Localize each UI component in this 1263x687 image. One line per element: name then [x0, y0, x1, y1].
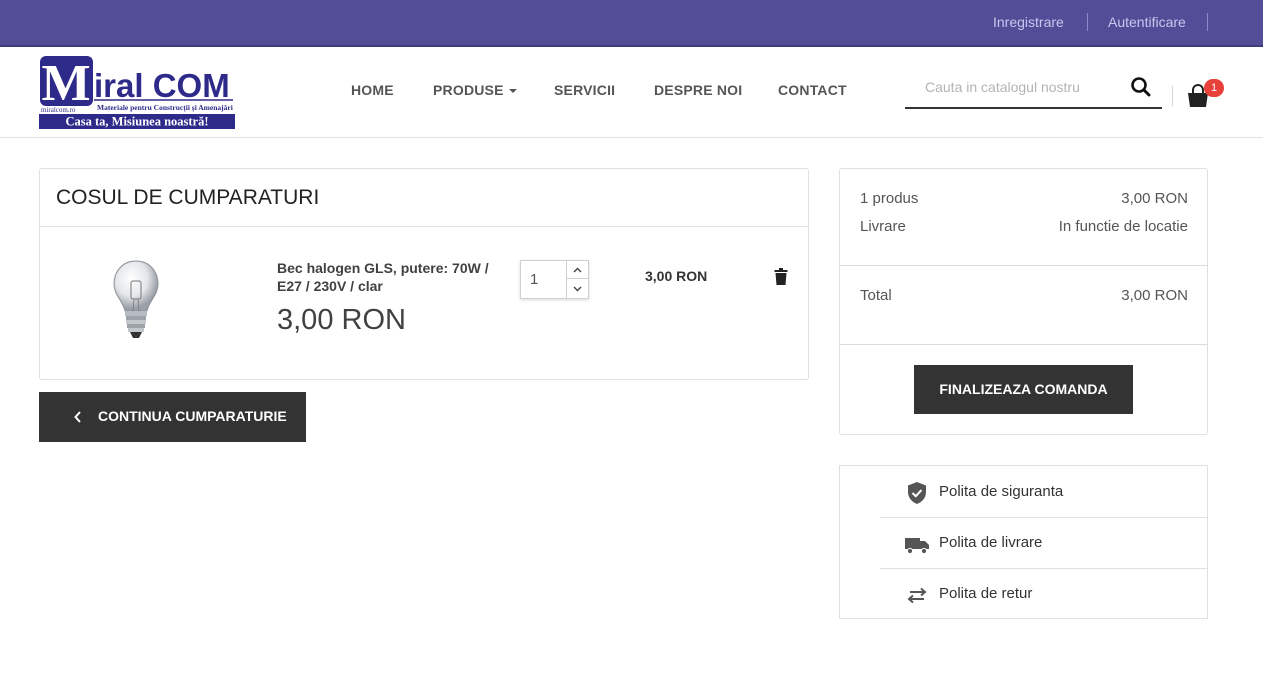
summary-shipping-value: In functie de locatie [1058, 218, 1188, 235]
header: M iral COM miralcom.ro Materiale pentru … [0, 49, 1263, 138]
search-input[interactable] [905, 75, 1120, 99]
policies-panel: Polita de siguranta Polita de livrare Po… [839, 465, 1208, 619]
nav-contact[interactable]: CONTACT [778, 82, 847, 98]
login-link[interactable]: Autentificare [1108, 14, 1186, 30]
cart-count-badge: 1 [1204, 79, 1224, 97]
line-total: 3,00 RON [645, 268, 708, 284]
cart-title: COSUL DE CUMPARATURI [56, 186, 320, 209]
quantity-buttons [566, 261, 588, 298]
divider [40, 226, 808, 227]
summary-shipping-label: Livrare [860, 218, 906, 235]
light-bulb-image[interactable] [112, 259, 160, 341]
continue-shopping-button[interactable]: CONTINUA CUMPARATURIE [39, 392, 306, 442]
caret-down-icon [508, 89, 517, 94]
divider [1207, 13, 1208, 31]
summary-total-row: Total 3,00 RON [860, 287, 1188, 304]
policy-security[interactable]: Polita de siguranta [880, 466, 1208, 517]
svg-text:miralcom.ro: miralcom.ro [41, 106, 76, 114]
remove-item-button[interactable] [774, 268, 788, 285]
cart-button[interactable]: 1 [1185, 79, 1225, 109]
summary-shipping-row: Livrare In functie de locatie [860, 218, 1188, 235]
svg-text:Casa ta, Misiunea noastră!: Casa ta, Misiunea noastră! [65, 115, 208, 129]
truck-icon [905, 538, 929, 555]
order-summary: 1 produs 3,00 RON Livrare In functie de … [839, 168, 1208, 435]
policy-delivery[interactable]: Polita de livrare [880, 517, 1208, 568]
product-unit-price: 3,00 RON [277, 304, 406, 336]
quantity-input[interactable]: 1 [530, 271, 538, 288]
divider [840, 344, 1207, 345]
quantity-stepper: 1 [520, 260, 589, 299]
chevron-down-icon [573, 286, 582, 292]
shield-check-icon [908, 482, 926, 504]
logo[interactable]: M iral COM miralcom.ro Materiale pentru … [39, 55, 235, 129]
svg-text:M: M [41, 55, 90, 112]
nav-despre-noi[interactable]: DESPRE NOI [654, 82, 742, 98]
svg-text:Materiale pentru Construcții ș: Materiale pentru Construcții și Amenajăr… [97, 103, 233, 112]
nav-produse[interactable]: PRODUSE [433, 82, 517, 98]
search-button[interactable] [1128, 74, 1154, 100]
nav-home[interactable]: HOME [351, 82, 394, 98]
swap-arrows-icon [907, 587, 927, 604]
divider [1087, 13, 1088, 31]
policy-return[interactable]: Polita de retur [880, 568, 1208, 619]
policy-security-label: Polita de siguranta [939, 483, 1064, 500]
quantity-increase-button[interactable] [567, 261, 588, 279]
checkout-button[interactable]: FINALIZEAZA COMANDA [914, 365, 1133, 414]
policy-return-label: Polita de retur [939, 585, 1033, 602]
policy-delivery-label: Polita de livrare [939, 534, 1043, 551]
search-box [905, 69, 1162, 109]
divider [840, 265, 1207, 266]
quantity-decrease-button[interactable] [567, 280, 588, 298]
divider [1172, 86, 1173, 106]
summary-total-label: Total [860, 287, 892, 304]
nav-produse-label: PRODUSE [433, 82, 504, 98]
logo-brand-text: iral COM [94, 67, 230, 104]
chevron-up-icon [573, 267, 582, 273]
summary-products-row: 1 produs 3,00 RON [860, 190, 1188, 207]
product-name-link[interactable]: Bec halogen GLS, putere: 70W / E27 / 230… [277, 259, 497, 295]
trash-icon [774, 268, 788, 285]
summary-total-value: 3,00 RON [1121, 287, 1188, 304]
continue-shopping-label: CONTINUA CUMPARATURIE [98, 408, 287, 424]
nav-servicii[interactable]: SERVICII [554, 82, 615, 98]
cart-panel: COSUL DE CUMPARATURI Bec halogen GLS, pu… [39, 168, 809, 380]
top-bar: Inregistrare Autentificare [0, 0, 1263, 47]
summary-products-label: 1 produs [860, 190, 919, 207]
summary-products-value: 3,00 RON [1121, 190, 1188, 207]
register-link[interactable]: Inregistrare [993, 14, 1064, 30]
chevron-left-icon [74, 411, 81, 423]
search-icon [1131, 77, 1151, 97]
